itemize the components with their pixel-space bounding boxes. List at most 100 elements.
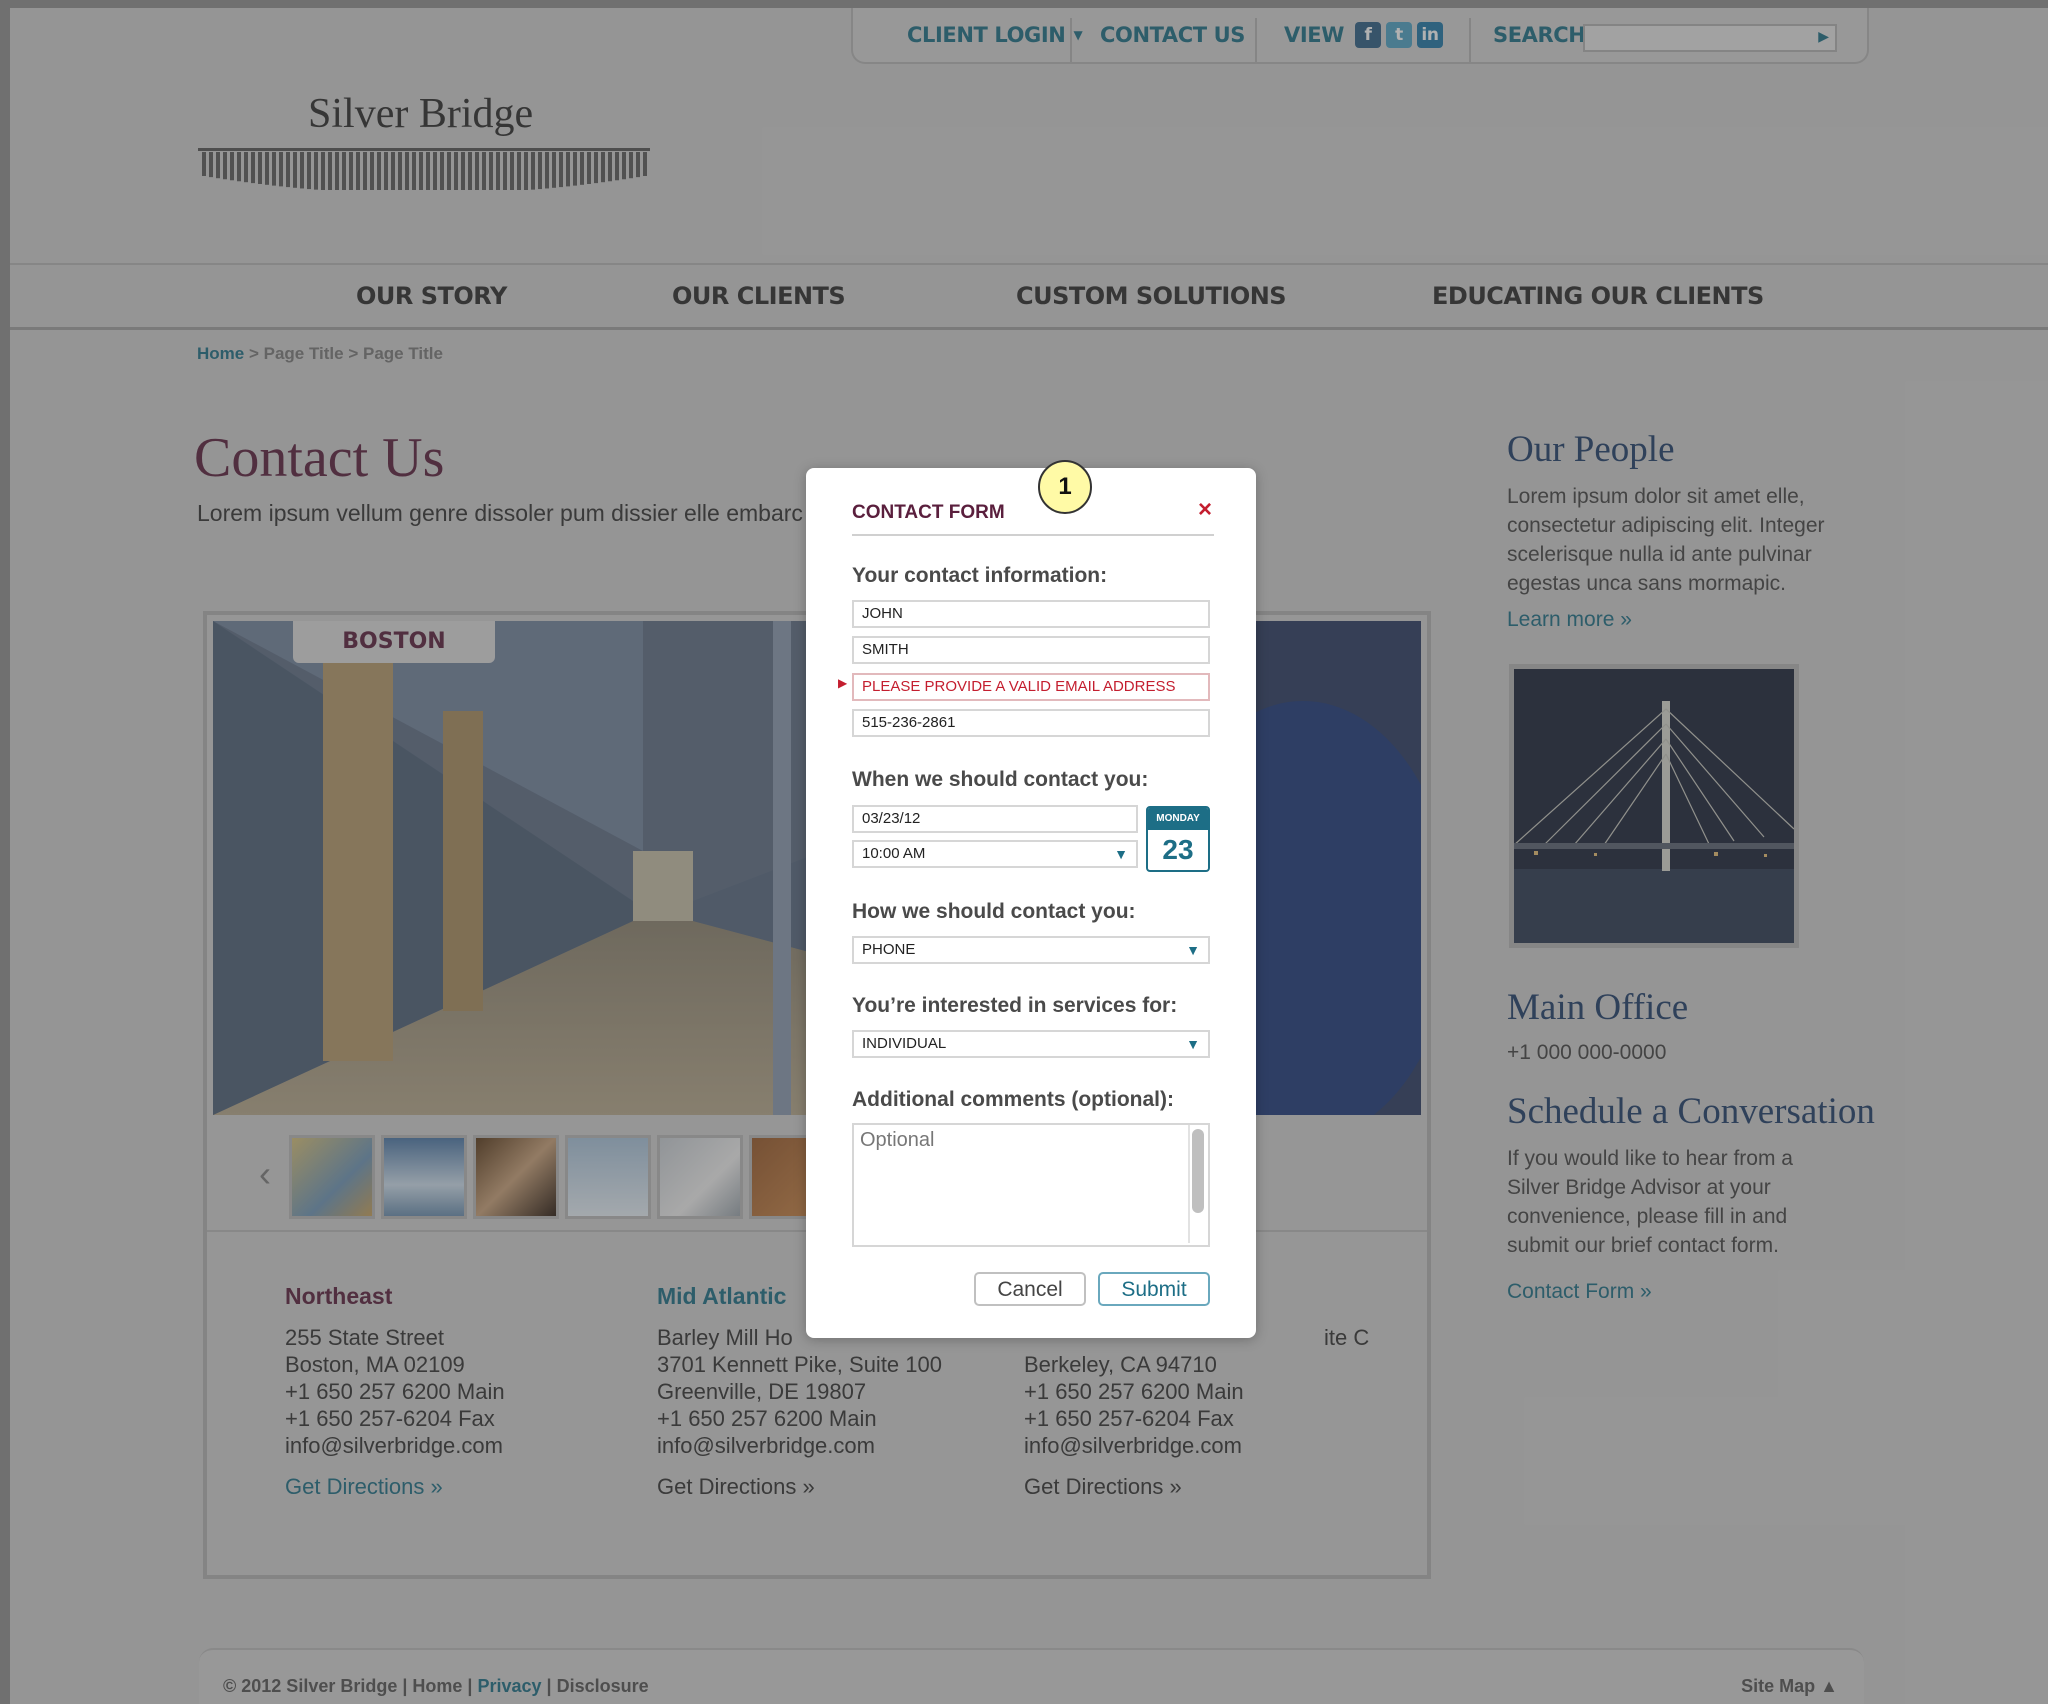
close-icon[interactable]: × — [1198, 496, 1212, 524]
footer-sep: | — [397, 1676, 413, 1696]
address-line: Boston, MA 02109 — [285, 1352, 465, 1377]
contact-form-link[interactable]: Contact Form » — [1507, 1280, 1652, 1304]
breadcrumb-home[interactable]: Home — [197, 344, 244, 363]
phone-field[interactable]: 515-236-2861 — [852, 709, 1210, 737]
email-line: info@silverbridge.com — [285, 1433, 503, 1458]
bridge-photo — [1509, 664, 1799, 948]
search-label: SEARCH — [1493, 23, 1586, 47]
section-comments-label: Additional comments (optional): — [852, 1088, 1174, 1111]
submit-button[interactable]: Submit — [1098, 1272, 1210, 1306]
error-marker-icon: ▶ — [838, 676, 848, 690]
get-directions-link[interactable]: Get Directions » — [657, 1473, 942, 1500]
chevron-left-icon[interactable]: ‹ — [259, 1153, 271, 1195]
logo-text[interactable]: Silver Bridge — [308, 90, 533, 138]
services-select[interactable]: INDIVIDUAL ▼ — [852, 1030, 1210, 1058]
calendar-weekday: MONDAY — [1148, 808, 1208, 830]
get-directions-link[interactable]: Get Directions » — [1024, 1473, 1369, 1500]
our-people-heading: Our People — [1507, 429, 1675, 470]
address-line: Berkeley, CA 94710 — [1024, 1352, 1217, 1377]
view-social: VIEW f t in — [1284, 8, 1443, 62]
email-line: info@silverbridge.com — [657, 1433, 875, 1458]
cancel-button[interactable]: Cancel — [974, 1272, 1086, 1306]
section-how-label: How we should contact you: — [852, 900, 1136, 923]
facebook-icon[interactable]: f — [1354, 22, 1381, 48]
client-login-menu[interactable]: CLIENT LOGIN ▼ — [907, 8, 1083, 62]
footer-sep: | — [462, 1676, 478, 1696]
main-office-phone: +1 000 000-0000 — [1507, 1041, 1667, 1064]
search-input[interactable]: ▶ — [1583, 24, 1837, 52]
search-go-icon[interactable]: ▶ — [1818, 28, 1829, 45]
thumbnail-desk[interactable] — [473, 1135, 559, 1219]
divider — [852, 534, 1214, 536]
nav-our-clients[interactable]: OUR CLIENTS — [672, 265, 846, 327]
comments-placeholder: Optional — [860, 1129, 935, 1151]
schedule-heading: Schedule a Conversation — [1507, 1091, 1875, 1132]
section-services-label: You’re interested in services for: — [852, 994, 1178, 1017]
thumbnail-building[interactable] — [565, 1135, 651, 1219]
breadcrumb-sep: > — [343, 344, 363, 363]
footer-home-link[interactable]: Home — [412, 1676, 462, 1696]
breadcrumb: Home > Page Title > Page Title — [197, 344, 443, 364]
address-line: Greenville, DE 19807 — [657, 1379, 867, 1404]
section-contact-label: Your contact information: — [852, 564, 1108, 587]
contact-method-select[interactable]: PHONE ▼ — [852, 936, 1210, 964]
linkedin-icon[interactable]: in — [1416, 22, 1443, 48]
breadcrumb-sep: > — [244, 344, 264, 363]
get-directions-link[interactable]: Get Directions » — [285, 1473, 505, 1500]
schedule-text: If you would like to hear from a Silver … — [1507, 1147, 1793, 1257]
time-select[interactable]: 10:00 AM ▼ — [852, 840, 1138, 868]
phone-line: +1 650 257 6200 Main — [285, 1379, 505, 1404]
thumbnail-mug[interactable] — [657, 1135, 743, 1219]
modal-title: CONTACT FORM — [852, 502, 1005, 523]
section-when-label: When we should contact you: — [852, 768, 1149, 791]
intro-text: Lorem ipsum vellum genre dissoler pum di… — [197, 500, 803, 526]
thumbnail-sky[interactable] — [381, 1135, 467, 1219]
site-map-link[interactable]: Site Map ▲ — [1741, 1676, 1838, 1697]
last-name-field[interactable]: SMITH — [852, 636, 1210, 664]
scrollbar-thumb[interactable] — [1192, 1129, 1204, 1213]
divider — [1255, 18, 1257, 62]
annotation-callout: 1 — [1038, 460, 1092, 514]
comments-textarea[interactable]: Optional — [852, 1123, 1210, 1247]
address-line: 3701 Kennett Pike, Suite 100 — [657, 1352, 942, 1377]
fax-line: +1 650 257-6204 Fax — [285, 1406, 495, 1431]
nav-our-story[interactable]: OUR STORY — [356, 265, 507, 327]
phone-line: +1 650 257 6200 Main — [657, 1406, 877, 1431]
time-value: 10:00 AM — [862, 845, 926, 862]
office-northeast: Northeast 255 State Street Boston, MA 02… — [285, 1283, 505, 1500]
breadcrumb-item[interactable]: Page Title — [264, 344, 344, 363]
copyright: © 2012 Silver Bridge — [223, 1676, 398, 1696]
calendar-day-number: 23 — [1162, 834, 1194, 865]
email-line: info@silverbridge.com — [1024, 1433, 1242, 1458]
services-value: INDIVIDUAL — [862, 1035, 947, 1052]
fax-line: +1 650 257-6204 Fax — [1024, 1406, 1234, 1431]
location-tab-boston[interactable]: BOSTON — [293, 621, 495, 663]
first-name-field[interactable]: JOHN — [852, 600, 1210, 628]
date-field[interactable]: 03/23/12 — [852, 805, 1138, 833]
breadcrumb-item: Page Title — [362, 344, 443, 363]
nav-custom-solutions[interactable]: CUSTOM SOLUTIONS — [1016, 265, 1287, 327]
footer: © 2012 Silver Bridge | Home | Privacy | … — [199, 1648, 1864, 1704]
utility-bar: CLIENT LOGIN ▼ CONTACT US VIEW f t in SE… — [851, 8, 1869, 64]
footer-links: © 2012 Silver Bridge | Home | Privacy | … — [223, 1676, 649, 1697]
footer-privacy-link[interactable]: Privacy — [477, 1676, 541, 1696]
page-title: Contact Us — [194, 427, 445, 489]
footer-disclosure-link[interactable]: Disclosure — [557, 1676, 649, 1696]
address-line: 255 State Street — [285, 1325, 444, 1350]
main-office-heading: Main Office — [1507, 987, 1689, 1028]
twitter-icon[interactable]: t — [1385, 22, 1412, 48]
contact-method-value: PHONE — [862, 941, 916, 958]
nav-educating-our-clients[interactable]: EDUCATING OUR CLIENTS — [1432, 265, 1764, 327]
calendar-icon[interactable]: MONDAY 23 — [1146, 806, 1210, 872]
learn-more-link[interactable]: Learn more » — [1507, 608, 1632, 632]
divider — [1469, 18, 1471, 62]
chevron-down-icon: ▼ — [1073, 28, 1083, 42]
view-label: VIEW — [1284, 23, 1344, 47]
chevron-down-icon: ▼ — [1186, 942, 1200, 958]
contact-us-link[interactable]: CONTACT US — [1100, 8, 1245, 62]
phone-line: +1 650 257 6200 Main — [1024, 1379, 1244, 1404]
thumbnail-map[interactable] — [289, 1135, 375, 1219]
email-field[interactable]: PLEASE PROVIDE A VALID EMAIL ADDRESS — [852, 673, 1210, 701]
divider — [1070, 18, 1072, 62]
our-people-text: Lorem ipsum dolor sit amet elle, consect… — [1507, 485, 1825, 595]
